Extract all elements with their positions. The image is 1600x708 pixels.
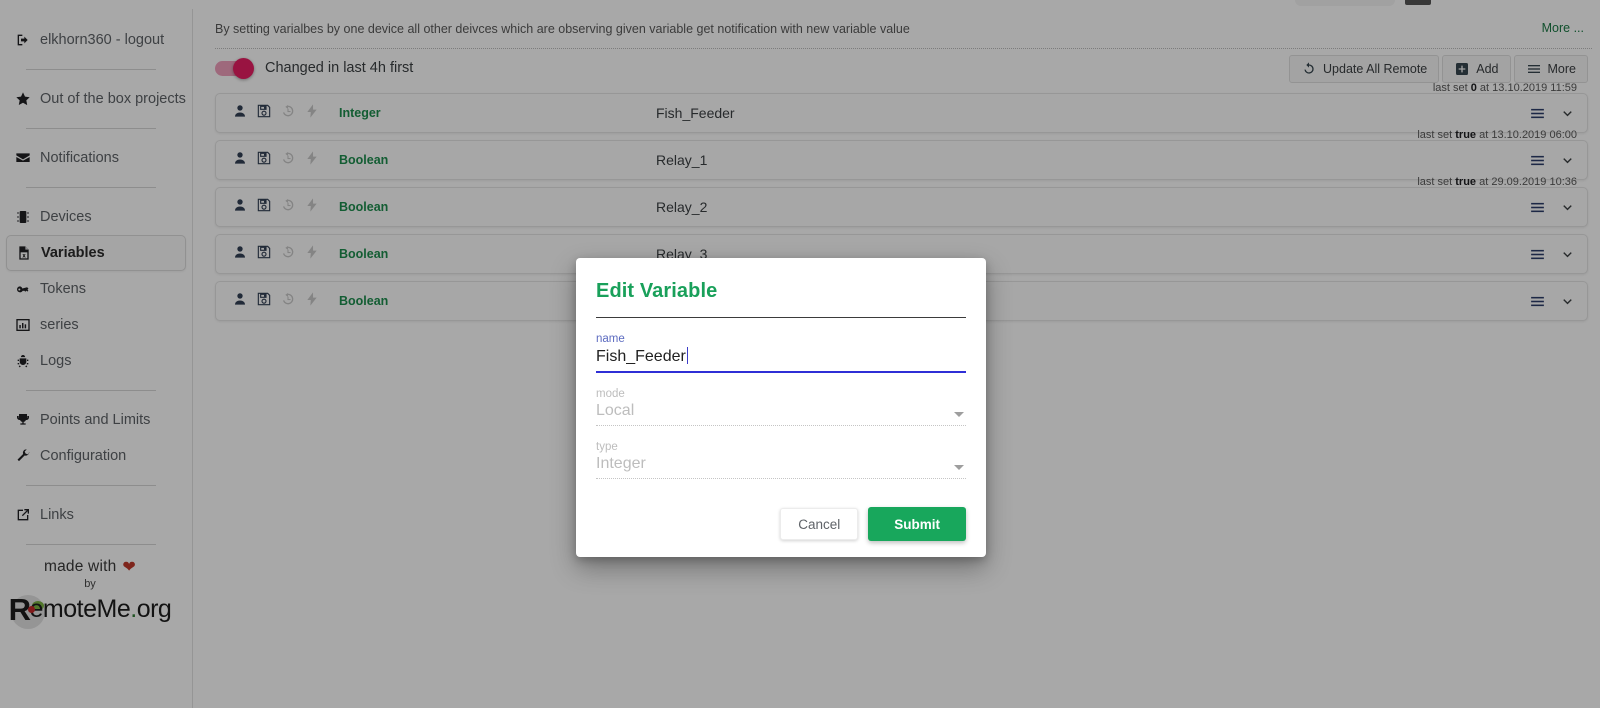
app-root: elkhorn360 - logout Out of the box projec… [0, 0, 1600, 708]
dialog-title-divider [596, 317, 966, 318]
text-cursor [686, 347, 688, 364]
name-field-label: name [596, 333, 625, 345]
name-input-value: Fish_Feeder [596, 348, 686, 365]
chevron-down-icon[interactable] [954, 412, 964, 417]
type-field[interactable]: type Integer [596, 441, 966, 479]
submit-button[interactable]: Submit [868, 507, 966, 541]
chevron-down-icon[interactable] [954, 465, 964, 470]
type-select-value: Integer [596, 455, 646, 472]
dialog-actions: Cancel Submit [596, 507, 966, 541]
dialog-title: Edit Variable [596, 280, 718, 302]
mode-field-label: mode [596, 388, 625, 400]
edit-variable-dialog: Edit Variable name Fish_Feeder mode Loca… [576, 258, 986, 557]
type-field-label: type [596, 441, 618, 453]
name-input[interactable]: Fish_Feeder [596, 347, 966, 373]
cancel-button[interactable]: Cancel [780, 508, 859, 540]
name-field[interactable]: name Fish_Feeder [596, 333, 966, 373]
mode-field[interactable]: mode Local [596, 388, 966, 426]
mode-select-value: Local [596, 402, 635, 419]
type-select[interactable]: Integer [596, 455, 966, 479]
mode-select[interactable]: Local [596, 402, 966, 426]
